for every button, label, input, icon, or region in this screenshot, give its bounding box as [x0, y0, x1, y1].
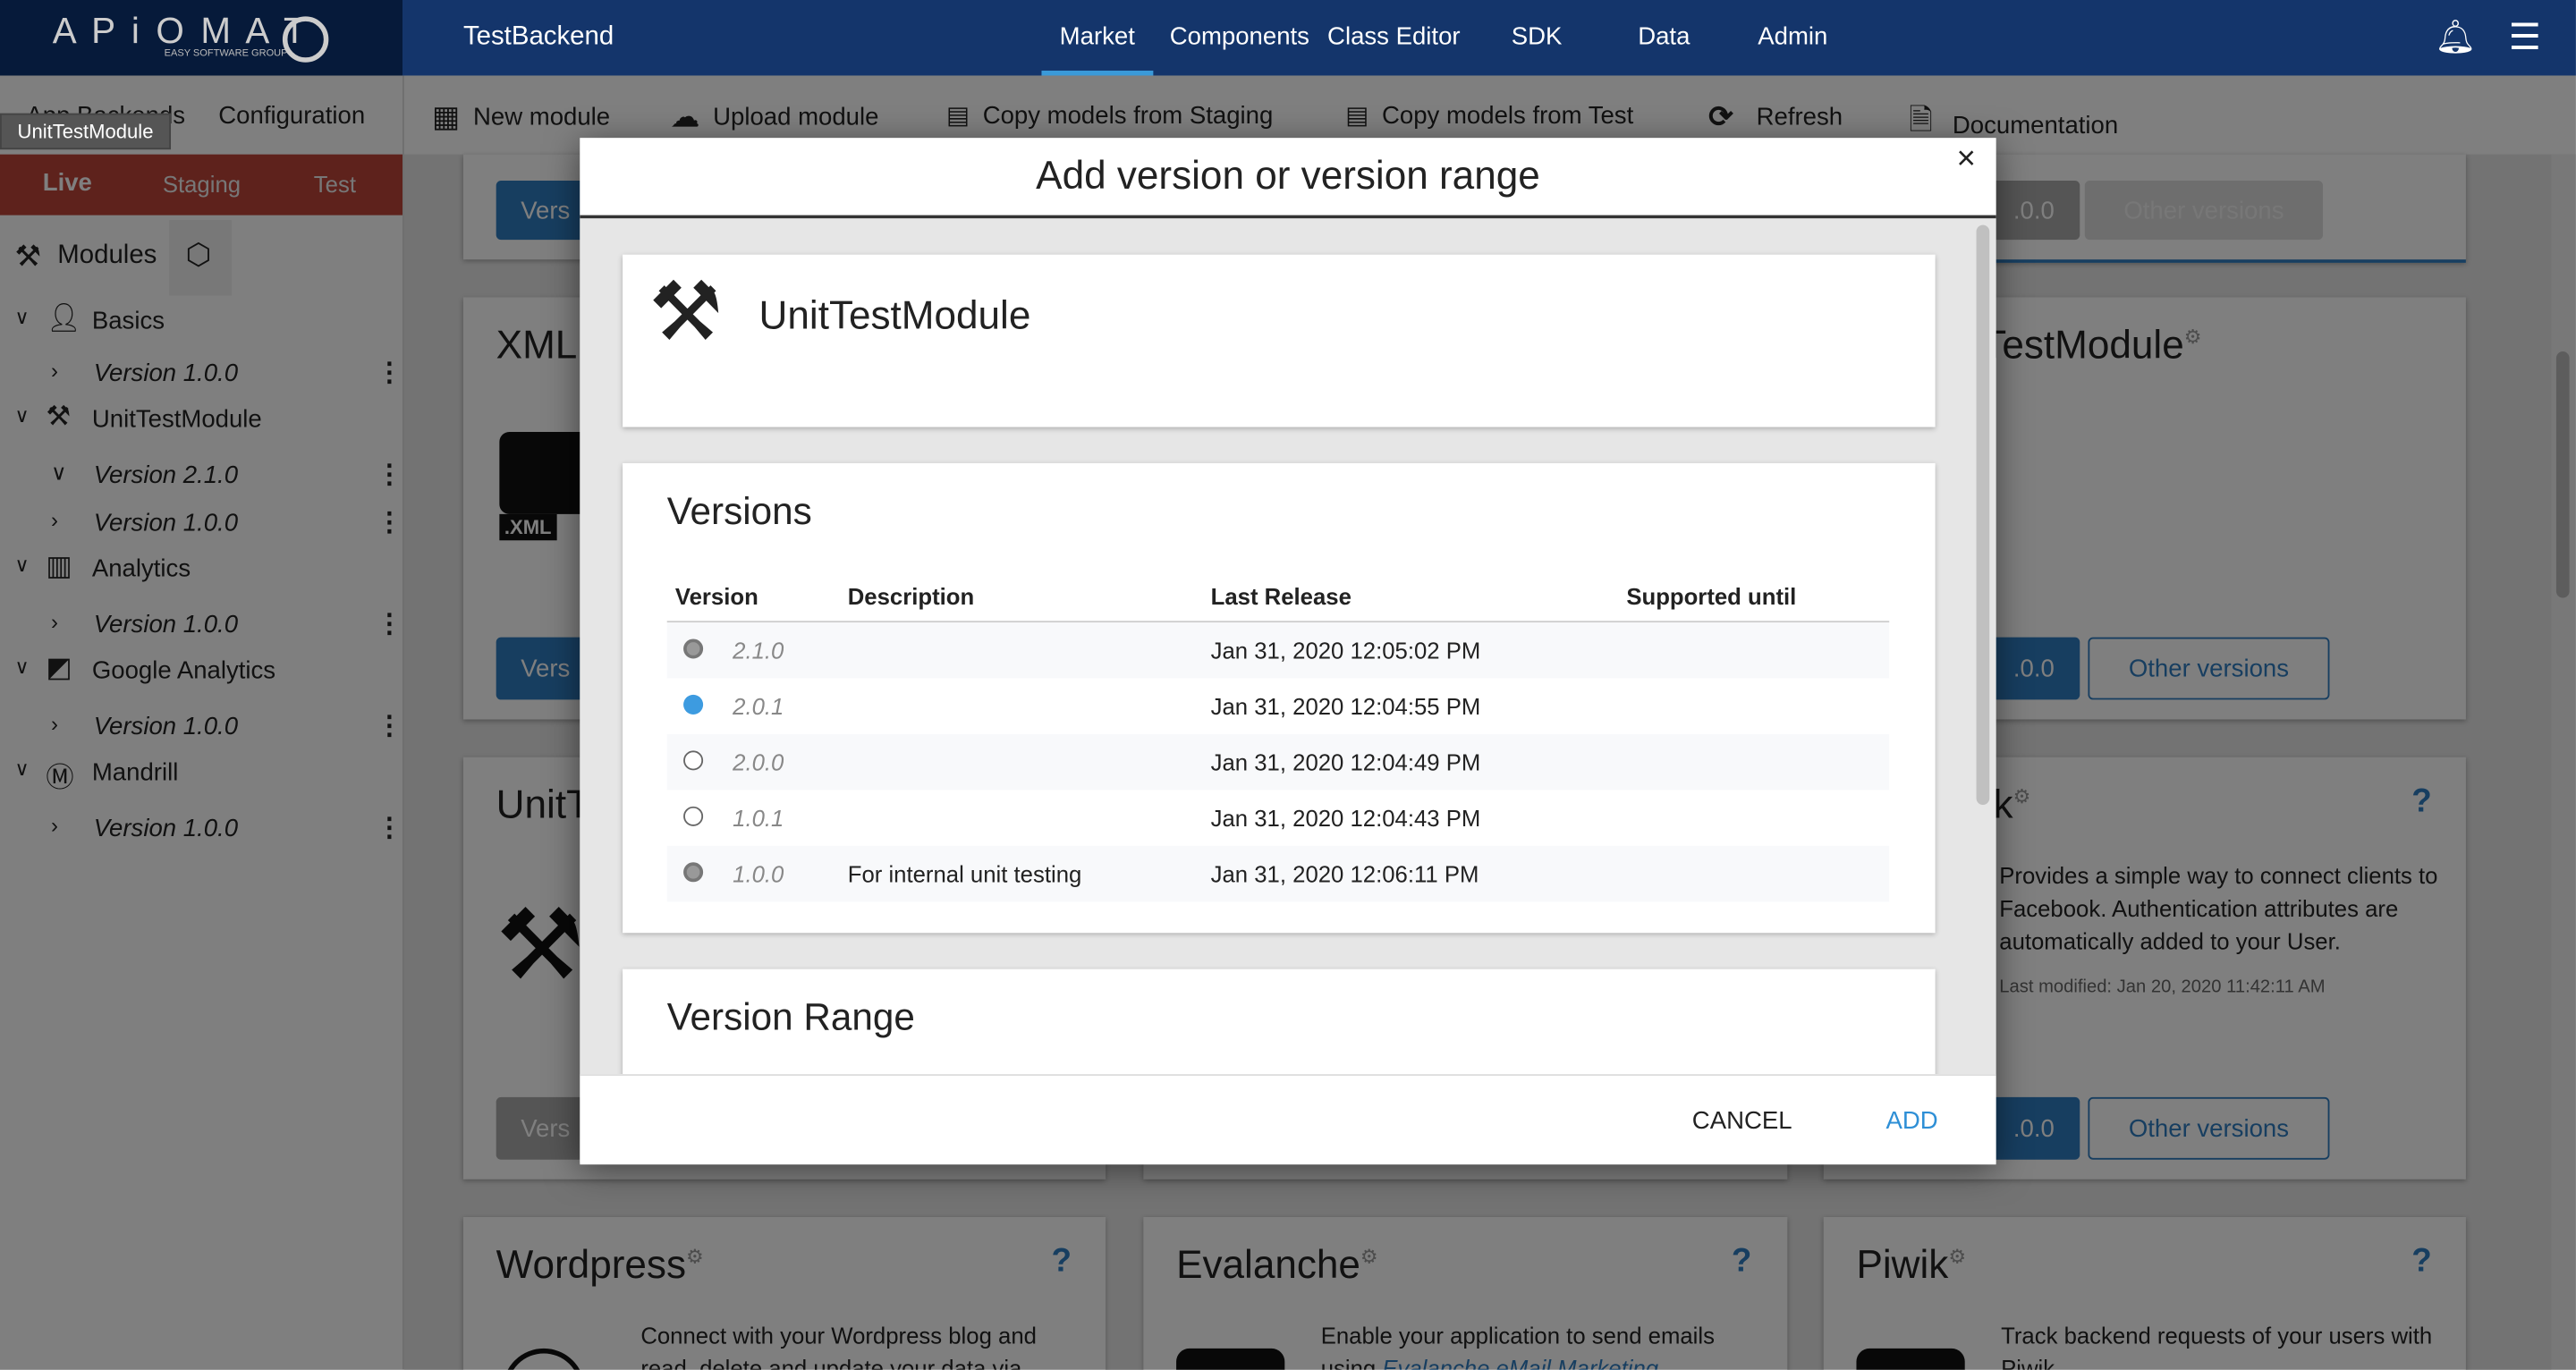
versions-card: Versions Version Description Last Releas…: [623, 462, 1936, 934]
dialog-scrollbar[interactable]: [1976, 224, 1990, 805]
apiomat-logo: A P i O M A T EASY SOFTWARE GROUP: [0, 0, 402, 76]
version-radio[interactable]: [683, 806, 704, 826]
version-range-heading: Version Range: [666, 995, 915, 1038]
close-icon[interactable]: ×: [1957, 141, 1976, 179]
cancel-button[interactable]: CANCEL: [1692, 1107, 1792, 1135]
add-button[interactable]: ADD: [1886, 1107, 1938, 1135]
top-header: A P i O M A T EASY SOFTWARE GROUP TestBa…: [0, 0, 2576, 76]
app: ▦New module ☁Upload module ▤Copy models …: [0, 0, 2576, 1370]
version-radio: [683, 862, 704, 883]
tools-icon: ⚒: [648, 266, 723, 359]
dialog-header: Add version or version range ×: [580, 138, 1996, 219]
version-row[interactable]: 2.0.0 Jan 31, 2020 12:04:49 PM: [666, 734, 1890, 791]
column-header: Supported until: [1626, 583, 1797, 610]
versions-table: Version Description Last Release Support…: [666, 583, 1890, 911]
column-header: Description: [847, 583, 975, 610]
add-version-dialog: Add version or version range × ⚒ UnitTes…: [580, 138, 1996, 1165]
column-header: Last Release: [1210, 583, 1352, 610]
nav-market[interactable]: Market: [1060, 23, 1135, 51]
dialog-title: Add version or version range: [1036, 154, 1540, 199]
nav-data[interactable]: Data: [1638, 23, 1690, 51]
version-row[interactable]: 1.0.1 Jan 31, 2020 12:04:43 PM: [667, 790, 1890, 845]
nav-components[interactable]: Components: [1170, 23, 1309, 51]
hamburger-menu-icon[interactable]: ☰: [2509, 16, 2541, 59]
version-radio: [683, 638, 704, 659]
versions-heading: Versions: [666, 489, 812, 533]
column-header: Version: [674, 583, 758, 610]
nav-class-editor[interactable]: Class Editor: [1327, 23, 1461, 51]
active-nav-indicator: [1041, 70, 1154, 76]
version-row[interactable]: 1.0.0 For internal unit testing Jan 31, …: [666, 845, 1890, 902]
version-row[interactable]: 2.1.0 Jan 31, 2020 12:05:02 PM: [666, 622, 1890, 679]
tooltip: UnitTestModule: [0, 113, 172, 150]
bell-icon[interactable]: 🔔︎: [2435, 16, 2477, 57]
nav-admin[interactable]: Admin: [1758, 23, 1827, 51]
nav-sdk[interactable]: SDK: [1512, 23, 1563, 51]
dialog-footer: CANCEL ADD: [580, 1074, 1996, 1165]
app-name[interactable]: TestBackend: [463, 23, 614, 53]
version-row[interactable]: 2.0.1 Jan 31, 2020 12:04:55 PM: [667, 679, 1890, 734]
module-info-card: ⚒ UnitTestModule: [623, 254, 1936, 427]
dialog-body: ⚒ UnitTestModule Versions Version Descri…: [580, 218, 1996, 1075]
module-name: UnitTestModule: [758, 293, 1031, 339]
version-radio[interactable]: [683, 750, 704, 771]
version-range-card: Version Range: [623, 968, 1936, 1075]
version-radio[interactable]: [683, 694, 704, 715]
